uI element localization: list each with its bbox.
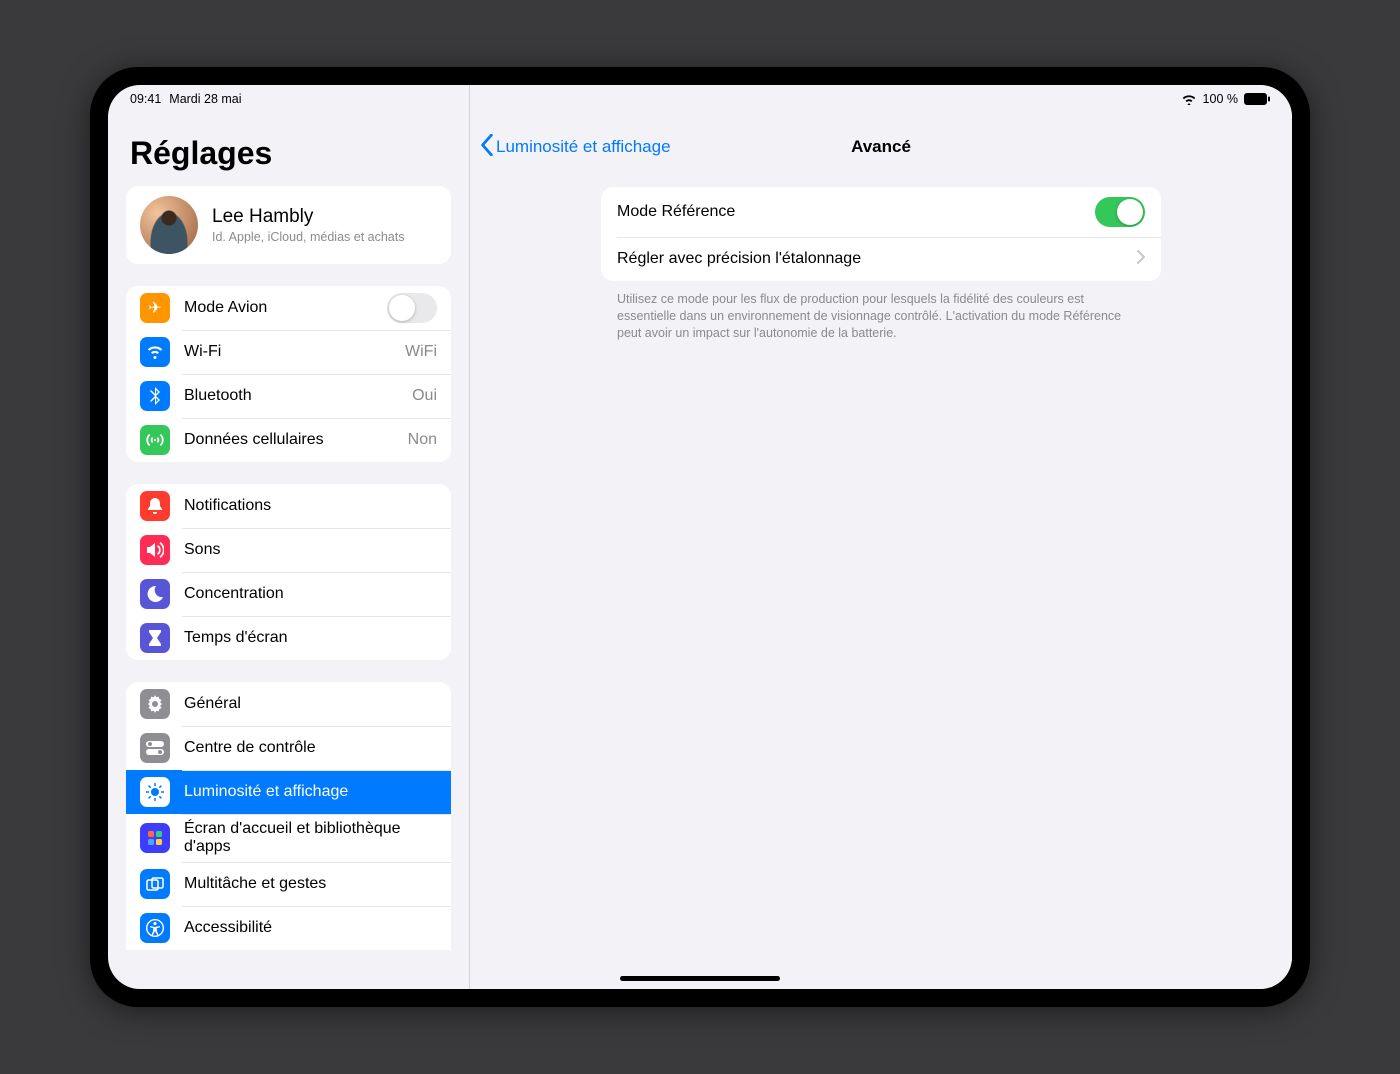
accessibility-icon	[140, 913, 170, 943]
reference-mode-group: Mode Référence Régler avec précision l'é…	[601, 187, 1161, 281]
reference-mode-label: Mode Référence	[617, 203, 735, 221]
status-time: 09:41	[130, 92, 161, 106]
sidebar-title: Réglages	[108, 125, 469, 186]
bluetooth-label: Bluetooth	[184, 387, 398, 405]
airplane-mode-row[interactable]: ✈ Mode Avion	[126, 286, 451, 330]
accessibility-row[interactable]: Accessibilité	[126, 906, 451, 950]
bluetooth-icon	[140, 381, 170, 411]
bluetooth-value: Oui	[412, 387, 437, 405]
wifi-icon	[1181, 93, 1197, 105]
status-date: Mardi 28 mai	[169, 92, 241, 106]
screentime-label: Temps d'écran	[184, 629, 437, 647]
sun-icon	[140, 777, 170, 807]
home-screen-row[interactable]: Écran d'accueil et bibliothèque d'apps	[126, 814, 451, 862]
rectangles-icon	[140, 869, 170, 899]
detail-pane: Luminosité et affichage Avancé Mode Réfé…	[470, 85, 1292, 989]
back-label: Luminosité et affichage	[496, 137, 671, 157]
chevron-left-icon	[480, 134, 494, 161]
hourglass-icon	[140, 623, 170, 653]
airplane-label: Mode Avion	[184, 299, 373, 317]
bluetooth-row[interactable]: Bluetooth Oui	[126, 374, 451, 418]
profile-subtitle: Id. Apple, iCloud, médias et achats	[212, 230, 404, 244]
reference-mode-row[interactable]: Mode Référence	[601, 187, 1161, 237]
wifi-label: Wi-Fi	[184, 343, 391, 361]
wifi-row-icon	[140, 337, 170, 367]
notifications-label: Notifications	[184, 497, 437, 515]
profile-group: Lee Hambly Id. Apple, iCloud, médias et …	[126, 186, 451, 264]
switches-icon	[140, 733, 170, 763]
cellular-value: Non	[408, 431, 437, 449]
focus-row[interactable]: Concentration	[126, 572, 451, 616]
multitask-row[interactable]: Multitâche et gestes	[126, 862, 451, 906]
wifi-row[interactable]: Wi-Fi WiFi	[126, 330, 451, 374]
battery-icon	[1244, 93, 1270, 105]
focus-label: Concentration	[184, 585, 437, 603]
airplane-icon: ✈	[140, 293, 170, 323]
reference-mode-toggle[interactable]	[1095, 197, 1145, 227]
status-bar: 09:41 Mardi 28 mai 100 %	[108, 85, 1292, 109]
bell-icon	[140, 491, 170, 521]
system-group: Général Centre de contrôle Luminosité et…	[126, 682, 451, 950]
fine-tune-label: Régler avec précision l'étalonnage	[617, 250, 861, 268]
cellular-icon	[140, 425, 170, 455]
back-button[interactable]: Luminosité et affichage	[480, 134, 671, 161]
chevron-right-icon	[1137, 250, 1145, 269]
speaker-icon	[140, 535, 170, 565]
notifications-group: Notifications Sons Concentration	[126, 484, 451, 660]
reference-mode-footer: Utilisez ce mode pour les flux de produc…	[601, 281, 1161, 342]
cellular-row[interactable]: Données cellulaires Non	[126, 418, 451, 462]
page-title: Avancé	[851, 137, 911, 157]
home-screen-label: Écran d'accueil et bibliothèque d'apps	[184, 820, 437, 856]
cellular-label: Données cellulaires	[184, 431, 394, 449]
home-indicator[interactable]	[620, 976, 780, 981]
screentime-row[interactable]: Temps d'écran	[126, 616, 451, 660]
control-center-row[interactable]: Centre de contrôle	[126, 726, 451, 770]
control-center-label: Centre de contrôle	[184, 739, 437, 757]
airplane-toggle[interactable]	[387, 293, 437, 323]
wifi-value: WiFi	[405, 343, 437, 361]
profile-name: Lee Hambly	[212, 206, 404, 228]
battery-text: 100 %	[1203, 92, 1238, 106]
moon-icon	[140, 579, 170, 609]
display-label: Luminosité et affichage	[184, 783, 437, 801]
connectivity-group: ✈ Mode Avion Wi-Fi WiFi Bluetooth	[126, 286, 451, 462]
sounds-row[interactable]: Sons	[126, 528, 451, 572]
general-row[interactable]: Général	[126, 682, 451, 726]
settings-sidebar[interactable]: Réglages Lee Hambly Id. Apple, iCloud, m…	[108, 85, 470, 989]
avatar	[140, 196, 198, 254]
multitask-label: Multitâche et gestes	[184, 875, 437, 893]
ipad-device-frame: 09:41 Mardi 28 mai 100 % Réglages	[90, 67, 1310, 1007]
general-label: Général	[184, 695, 437, 713]
apple-id-row[interactable]: Lee Hambly Id. Apple, iCloud, médias et …	[126, 186, 451, 264]
display-brightness-row[interactable]: Luminosité et affichage	[126, 770, 451, 814]
nav-bar: Luminosité et affichage Avancé	[470, 125, 1292, 169]
grid-icon	[140, 823, 170, 853]
notifications-row[interactable]: Notifications	[126, 484, 451, 528]
fine-tune-row[interactable]: Régler avec précision l'étalonnage	[601, 237, 1161, 281]
sounds-label: Sons	[184, 541, 437, 559]
accessibility-label: Accessibilité	[184, 919, 437, 937]
gear-icon	[140, 689, 170, 719]
screen: 09:41 Mardi 28 mai 100 % Réglages	[108, 85, 1292, 989]
